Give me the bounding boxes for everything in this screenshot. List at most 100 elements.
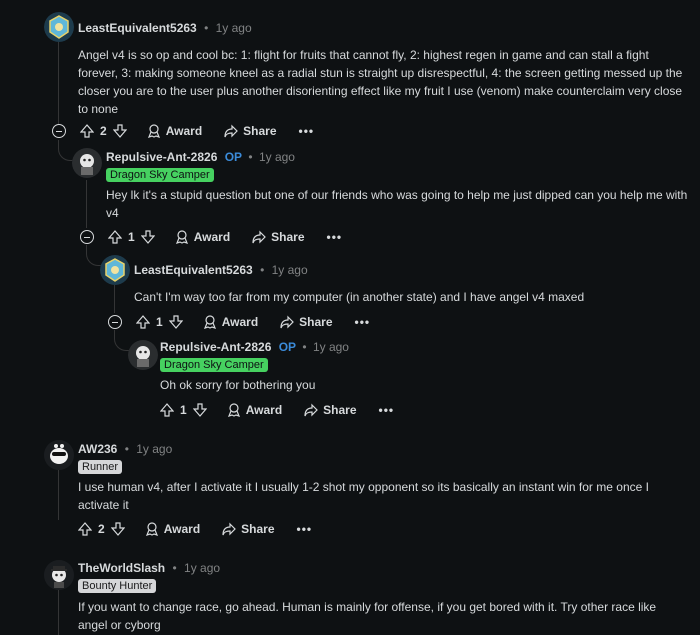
award-icon [227,403,241,417]
collapse-icon[interactable] [80,230,94,244]
share-label: Share [299,315,333,329]
more-icon[interactable]: ••• [297,522,313,536]
comment-actions: 1 Award Share ••• [160,403,394,417]
comment-body: Oh ok sorry for bothering you [160,378,316,392]
share-button[interactable]: Share [280,315,333,329]
award-button[interactable]: Award [175,230,230,244]
vote-group: 2 [80,124,127,138]
collapse-icon[interactable] [108,315,122,329]
share-icon [280,315,295,329]
downvote-icon[interactable] [110,522,125,536]
share-icon [252,230,267,244]
award-label: Award [221,315,259,329]
upvote-icon[interactable] [78,522,92,536]
share-button[interactable]: Share [222,522,275,536]
upvote-icon[interactable] [108,230,122,244]
collapse-icon[interactable] [52,124,66,138]
vote-count: 2 [98,522,105,536]
vote-group: 1 [136,315,183,329]
award-icon [147,124,161,138]
more-icon[interactable]: ••• [355,315,371,329]
thread-line [114,285,115,313]
author-name[interactable]: LeastEquivalent5263 [78,21,197,35]
timestamp[interactable]: 1y ago [272,263,308,277]
timestamp[interactable]: 1y ago [259,150,295,164]
vote-count: 1 [128,230,135,244]
more-icon[interactable]: ••• [327,230,343,244]
vote-count: 1 [156,315,163,329]
author-name[interactable]: Repulsive-Ant-2826 [160,340,271,354]
vote-group: 1 [160,403,207,417]
award-label: Award [245,403,283,417]
vote-count: 2 [100,124,107,138]
timestamp[interactable]: 1y ago [216,21,252,35]
vote-group: 1 [108,230,155,244]
comment-body: Hey lk it's a stupid question but one of… [106,188,688,220]
downvote-icon[interactable] [168,315,183,329]
op-badge: OP [224,150,243,164]
comment-header: Repulsive-Ant-2826 OP • 1y ago [106,150,295,164]
vote-group: 2 [78,522,125,536]
downvote-icon[interactable] [112,124,127,138]
comment-actions: 1 Award Share ••• [108,315,370,329]
avatar[interactable] [44,560,74,590]
avatar[interactable] [44,440,74,470]
separator: • [302,340,307,354]
award-label: Award [165,124,203,138]
avatar[interactable] [44,12,74,42]
award-button[interactable]: Award [145,522,200,536]
thread-line [58,590,59,635]
author-name[interactable]: AW236 [78,442,117,456]
author-name[interactable]: LeastEquivalent5263 [134,263,253,277]
author-name[interactable]: TheWorldSlash [78,561,165,575]
comment-header: LeastEquivalent5263 • 1y ago [134,263,308,277]
timestamp[interactable]: 1y ago [184,561,220,575]
award-icon [203,315,217,329]
award-icon [175,230,189,244]
share-label: Share [243,124,277,138]
award-label: Award [163,522,201,536]
comment-body: Can't I'm way too far from my computer (… [134,290,585,304]
separator: • [248,150,253,164]
comment-header: TheWorldSlash • 1y ago [78,561,220,575]
comment-actions: 2 Award Share ••• [52,124,314,138]
award-button[interactable]: Award [203,315,258,329]
user-flair: Bounty Hunter [78,579,157,593]
award-button[interactable]: Award [227,403,282,417]
comment-body: I use human v4, after I activate it I us… [78,480,649,512]
comment-actions: 2 Award Share ••• [78,522,312,536]
user-flair: Dragon Sky Camper [106,168,214,182]
upvote-icon[interactable] [160,403,174,417]
separator: • [260,263,265,277]
downvote-icon[interactable] [140,230,155,244]
upvote-icon[interactable] [80,124,94,138]
share-icon [222,522,237,536]
comment-header: LeastEquivalent5263 • 1y ago [78,21,252,35]
author-name[interactable]: Repulsive-Ant-2826 [106,150,217,164]
award-icon [145,522,159,536]
more-icon[interactable]: ••• [379,403,395,417]
share-label: Share [271,230,305,244]
timestamp[interactable]: 1y ago [136,442,172,456]
thread-line [86,180,87,228]
avatar[interactable] [128,340,158,370]
separator: • [124,442,129,456]
separator: • [172,561,177,575]
separator: • [204,21,209,35]
timestamp[interactable]: 1y ago [313,340,349,354]
comment-actions: 1 Award Share ••• [80,230,342,244]
award-button[interactable]: Award [147,124,202,138]
share-button[interactable]: Share [224,124,277,138]
comment-header: AW236 • 1y ago [78,442,172,456]
more-icon[interactable]: ••• [299,124,315,138]
share-label: Share [241,522,275,536]
avatar[interactable] [72,148,102,178]
upvote-icon[interactable] [136,315,150,329]
downvote-icon[interactable] [192,403,207,417]
thread-line [58,470,59,520]
share-button[interactable]: Share [252,230,305,244]
avatar[interactable] [100,255,130,285]
share-label: Share [323,403,357,417]
share-icon [304,403,319,417]
share-button[interactable]: Share [304,403,357,417]
